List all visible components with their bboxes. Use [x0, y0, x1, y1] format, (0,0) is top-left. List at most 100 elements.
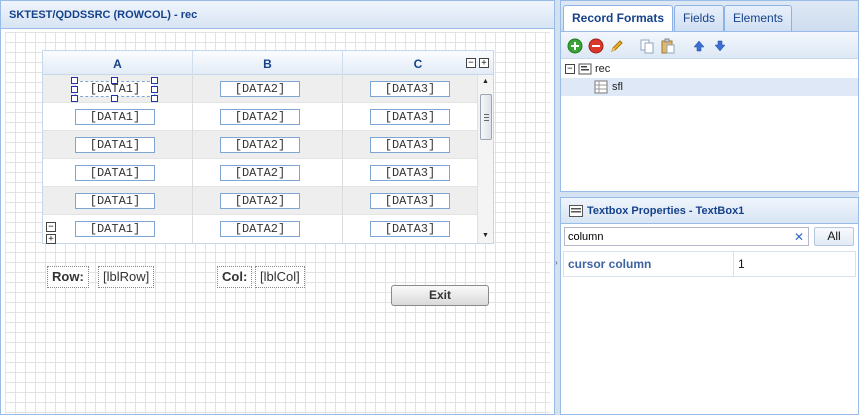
grid-cell: [DATA2]	[193, 159, 343, 187]
resize-handle[interactable]	[71, 86, 78, 93]
copy-icon[interactable]	[639, 38, 655, 54]
table-row: [DATA1] [DATA2] [DATA3]	[43, 159, 477, 187]
grid-cell: [DATA3]	[343, 75, 477, 103]
tree-item-sfl[interactable]: sfl	[561, 78, 858, 96]
add-icon[interactable]	[567, 38, 583, 54]
grid-cell: [DATA1]	[43, 103, 193, 131]
grid-cell: [DATA2]	[193, 187, 343, 215]
properties-title-text: Textbox Properties - TextBox1	[587, 205, 745, 217]
scroll-thumb[interactable]	[480, 94, 492, 140]
properties-icon	[569, 205, 583, 217]
table-row: [DATA1] [DATA2] [DATA3]	[43, 75, 477, 103]
exit-button[interactable]: Exit	[391, 285, 489, 306]
textbox-data1[interactable]: [DATA1]	[75, 221, 155, 237]
textbox-data3[interactable]: [DATA3]	[370, 165, 450, 181]
grid-cell: [DATA1]	[43, 215, 193, 243]
textbox-data2[interactable]: [DATA2]	[220, 221, 300, 237]
clear-filter-icon[interactable]: ✕	[794, 230, 804, 244]
tree-label: sfl	[612, 81, 623, 93]
right-panel: Record Formats Fields Elements − rec sfl…	[560, 0, 859, 415]
property-row[interactable]: cursor column 1	[563, 251, 856, 277]
textbox-data2[interactable]: [DATA2]	[220, 109, 300, 125]
grid-header: A B C − +	[43, 51, 493, 75]
grid-cell: [DATA3]	[343, 103, 477, 131]
resize-handle[interactable]	[111, 77, 118, 84]
property-filter-input[interactable]	[564, 227, 809, 246]
grid-cell: [DATA1]	[43, 131, 193, 159]
textbox-data2[interactable]: [DATA2]	[220, 193, 300, 209]
property-name: cursor column	[564, 252, 734, 276]
grid-scrollbar[interactable]: ▲ ▼	[477, 75, 493, 243]
grip-line	[484, 114, 489, 115]
resize-handle[interactable]	[151, 86, 158, 93]
textbox-data1[interactable]: [DATA1]	[75, 193, 155, 209]
edit-pencil-icon[interactable]	[609, 38, 625, 54]
textbox-data1[interactable]: [DATA1]	[75, 109, 155, 125]
grid-cell: [DATA2]	[193, 75, 343, 103]
textbox-data3[interactable]: [DATA3]	[370, 193, 450, 209]
textbox-data3[interactable]: [DATA3]	[370, 221, 450, 237]
resize-handle[interactable]	[111, 95, 118, 102]
formats-toolbar	[561, 32, 858, 59]
row-caption-label[interactable]: Row:	[47, 266, 89, 288]
textbox-data3[interactable]: [DATA3]	[370, 81, 450, 97]
tree-item-rec[interactable]: − rec	[561, 60, 858, 78]
design-canvas[interactable]: A B C − + [DATA1] [DATA2] [DATA3] [DATA1…	[5, 32, 550, 414]
subfile-icon	[594, 80, 608, 94]
table-row: [DATA1] [DATA2] [DATA3]	[43, 103, 477, 131]
remove-column-icon[interactable]: −	[466, 58, 476, 68]
grid-cell: [DATA2]	[193, 131, 343, 159]
grid-cell: [DATA1]	[43, 187, 193, 215]
column-header-b[interactable]: B	[193, 51, 343, 75]
collapse-icon[interactable]: −	[565, 64, 575, 74]
table-row: [DATA1] [DATA2] [DATA3]	[43, 131, 477, 159]
textbox-data3[interactable]: [DATA3]	[370, 109, 450, 125]
scroll-down-icon[interactable]: ▼	[478, 229, 493, 243]
paste-icon[interactable]	[660, 38, 676, 54]
textbox-data1[interactable]: [DATA1]	[75, 137, 155, 153]
record-formats-panel: − rec sfl	[560, 31, 859, 192]
col-caption-label[interactable]: Col:	[217, 266, 253, 288]
tab-fields[interactable]: Fields	[674, 5, 725, 32]
subfile-grid[interactable]: A B C − + [DATA1] [DATA2] [DATA3] [DATA1…	[42, 50, 494, 244]
textbox-data1[interactable]: [DATA1]	[75, 165, 155, 181]
col-value-label[interactable]: [lblCol]	[255, 266, 305, 288]
show-all-button[interactable]: All	[814, 227, 854, 246]
designer-title: SKTEST/QDDSSRC (ROWCOL) - rec	[1, 1, 554, 29]
properties-title: Textbox Properties - TextBox1	[561, 198, 858, 224]
resize-handle[interactable]	[71, 95, 78, 102]
row-buttons: − +	[46, 222, 56, 244]
grid-cell: [DATA3]	[343, 159, 477, 187]
delete-icon[interactable]	[588, 38, 604, 54]
grid-cell: [DATA1]	[43, 159, 193, 187]
grid-cell: [DATA2]	[193, 215, 343, 243]
grid-cell: [DATA3]	[343, 187, 477, 215]
record-format-icon	[578, 63, 592, 75]
property-value[interactable]: 1	[735, 252, 745, 276]
resize-handle[interactable]	[151, 95, 158, 102]
properties-panel: Textbox Properties - TextBox1 ✕ All curs…	[560, 197, 859, 415]
resize-handle[interactable]	[71, 77, 78, 84]
grid-cell: [DATA2]	[193, 103, 343, 131]
scroll-up-icon[interactable]: ▲	[478, 75, 493, 89]
row-value-label[interactable]: [lblRow]	[98, 266, 155, 288]
move-down-icon[interactable]	[712, 38, 728, 54]
resize-handle[interactable]	[151, 77, 158, 84]
remove-row-icon[interactable]: −	[46, 222, 56, 232]
grid-cell: [DATA3]	[343, 215, 477, 243]
textbox-data2[interactable]: [DATA2]	[220, 81, 300, 97]
textbox-data2[interactable]: [DATA2]	[220, 165, 300, 181]
tree-label: rec	[595, 63, 611, 75]
textbox-data3[interactable]: [DATA3]	[370, 137, 450, 153]
grid-cell: [DATA3]	[343, 131, 477, 159]
add-column-icon[interactable]: +	[479, 58, 489, 68]
tab-record-formats[interactable]: Record Formats	[563, 5, 674, 33]
column-header-a[interactable]: A	[43, 51, 193, 75]
tab-bar: Record Formats Fields Elements	[560, 0, 859, 33]
move-up-icon[interactable]	[691, 38, 707, 54]
property-filter: ✕ All	[561, 225, 858, 249]
designer-panel: SKTEST/QDDSSRC (ROWCOL) - rec A B C − + …	[0, 0, 555, 415]
add-row-icon[interactable]: +	[46, 234, 56, 244]
textbox-data2[interactable]: [DATA2]	[220, 137, 300, 153]
tab-elements[interactable]: Elements	[724, 5, 793, 32]
